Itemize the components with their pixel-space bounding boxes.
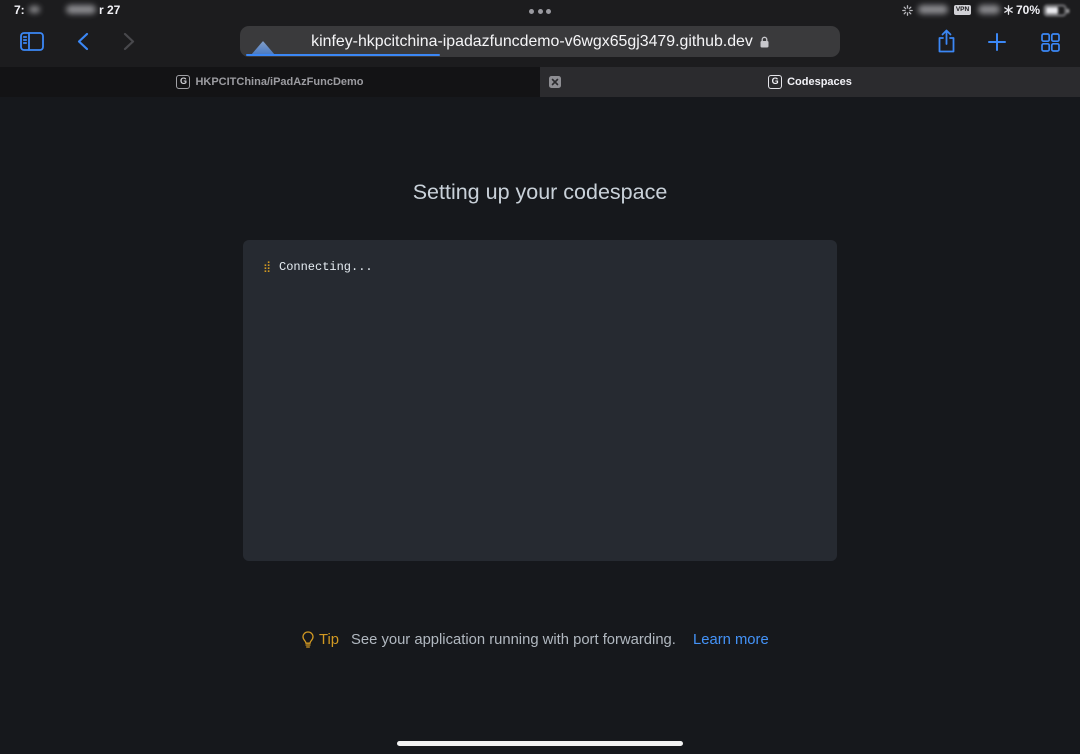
battery-nub xyxy=(1066,8,1069,13)
favicon-icon: G xyxy=(768,75,783,89)
favicon-icon: G xyxy=(176,75,191,89)
learn-more-link[interactable]: Learn more xyxy=(693,631,769,649)
share-button[interactable] xyxy=(936,29,957,53)
battery-percent: 70% xyxy=(1016,3,1041,17)
status-date: r 27 xyxy=(99,3,121,17)
back-chevron-icon xyxy=(77,32,89,51)
close-icon xyxy=(551,78,559,86)
redacted-blur xyxy=(978,5,1000,14)
page-load-progress xyxy=(246,53,834,56)
loading-spinner-icon: ⣾ xyxy=(263,260,272,273)
page-load-progress-bar xyxy=(246,53,441,56)
redacted-blur xyxy=(66,5,96,14)
browser-chrome: 7: r 27 VPN 70% kinfey-hkpcitchina-ipada… xyxy=(0,0,1080,67)
tab-overview-button[interactable] xyxy=(1041,33,1060,52)
status-time: 7: xyxy=(14,3,25,17)
tip-text: See your application running with port f… xyxy=(351,632,676,648)
redacted-blur xyxy=(918,5,948,14)
new-tab-button[interactable] xyxy=(988,33,1006,51)
page-content: Setting up your codespace ⣾ Connecting..… xyxy=(0,97,1080,754)
tab-label: Codespaces xyxy=(787,76,852,88)
forward-button[interactable] xyxy=(122,32,136,51)
tab-label: HKPCITChina/iPadAzFuncDemo xyxy=(195,76,364,88)
back-button[interactable] xyxy=(76,32,90,51)
multitasking-dots-icon[interactable] xyxy=(529,9,551,14)
battery-shell xyxy=(1044,5,1066,16)
battery-icon xyxy=(1044,5,1069,16)
url-text: kinfey-hkpcitchina-ipadazfuncdemo-v6wgx6… xyxy=(311,32,753,50)
vpn-badge: VPN xyxy=(954,5,971,15)
tab-overview-icon xyxy=(1041,33,1060,52)
tab-hkpcitchina-repo[interactable]: G HKPCITChina/iPadAzFuncDemo xyxy=(0,67,540,97)
sidebar-button[interactable] xyxy=(20,32,44,51)
forward-chevron-icon xyxy=(123,32,135,51)
tab-codespaces[interactable]: G Codespaces xyxy=(540,67,1080,97)
plus-icon xyxy=(988,33,1006,51)
focus-icon xyxy=(1004,5,1013,15)
lock-icon xyxy=(760,36,769,47)
address-bar-content: kinfey-hkpcitchina-ipadazfuncdemo-v6wgx6… xyxy=(240,26,840,57)
battery-level xyxy=(1046,7,1059,14)
address-bar[interactable]: kinfey-hkpcitchina-ipadazfuncdemo-v6wgx6… xyxy=(240,26,840,57)
redacted-blur xyxy=(29,6,40,13)
terminal-log: ⣾ Connecting... xyxy=(243,240,837,561)
terminal-status-line: Connecting... xyxy=(279,260,373,274)
share-icon xyxy=(938,29,955,53)
sidebar-icon xyxy=(20,32,44,51)
close-tab-button[interactable] xyxy=(549,76,561,88)
tip-label: Tip xyxy=(319,632,340,648)
home-indicator[interactable] xyxy=(397,741,683,746)
page-title: Setting up your codespace xyxy=(412,180,668,204)
activity-icon xyxy=(902,5,913,16)
lightbulb-icon xyxy=(302,631,314,648)
